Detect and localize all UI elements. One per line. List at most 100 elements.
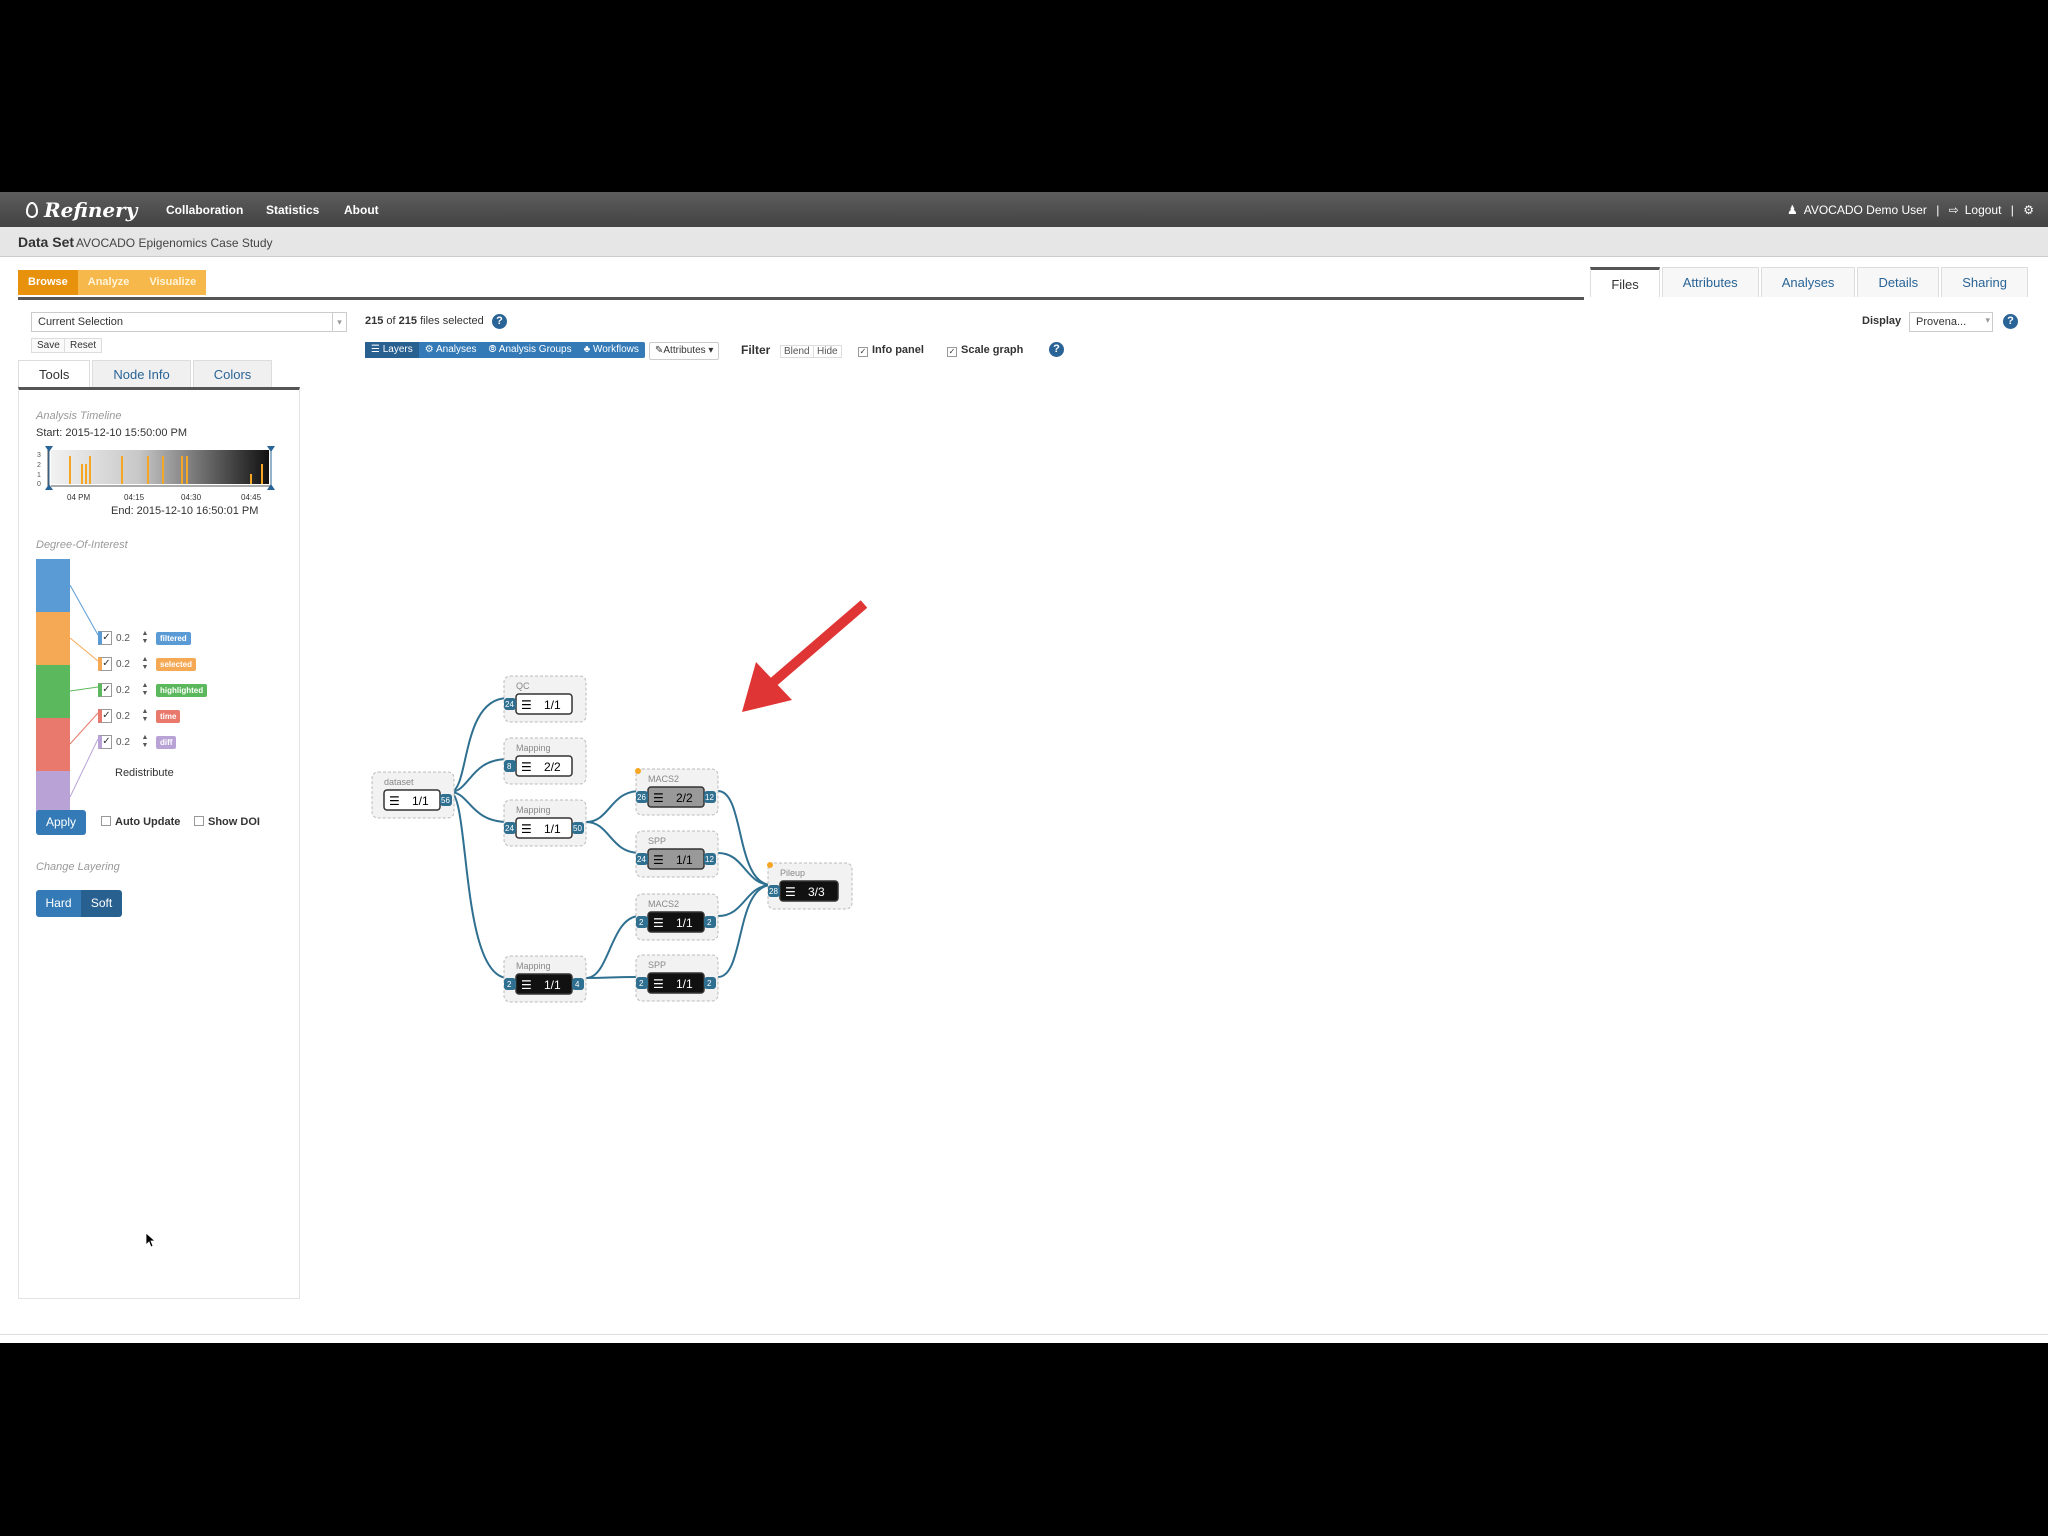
tab-colors[interactable]: Colors [192, 360, 273, 387]
timeline-chart[interactable]: 3 2 1 0 04 PM 04:15 04:30 04:45 [27, 446, 297, 510]
doi-weight[interactable]: 0.2 [116, 737, 140, 748]
display-value: Provena... [1916, 316, 1967, 328]
analyses-button[interactable]: ⚙ Analyses [419, 342, 483, 358]
graph-node-macs2-2[interactable]: MACS2 ☰ 1/1 2 2 [635, 893, 719, 941]
mode-analyze[interactable]: Analyze [77, 270, 140, 295]
tab-tools[interactable]: Tools [18, 360, 91, 387]
provenance-graph[interactable]: dataset ☰ 1/1 56 QC ☰ 1/1 24 Mapping ☰ 2… [360, 572, 880, 1012]
graph-node-mapping-1[interactable]: Mapping ☰ 2/2 8 [503, 737, 587, 785]
graph-node-mapping-3[interactable]: Mapping ☰ 1/1 2 4 [503, 955, 587, 1003]
scale-graph-checkbox[interactable]: ✓ Scale graph [947, 344, 1023, 357]
node-title: MACS2 [648, 774, 679, 784]
graph-edges [449, 697, 773, 979]
graph-node-qc[interactable]: QC ☰ 1/1 24 [503, 675, 587, 723]
brand-logo[interactable]: Refinery [26, 198, 137, 222]
graph-node-mapping-2[interactable]: Mapping ☰ 1/1 24 50 [503, 799, 587, 847]
redistribute-button[interactable]: Redistribute [115, 767, 174, 779]
node-title: SPP [648, 836, 666, 846]
mode-buttons: Browse Analyze Visualize [18, 270, 207, 295]
doi-weight[interactable]: 0.2 [116, 633, 140, 644]
display-select[interactable]: Provena... ▾ [1909, 312, 1993, 332]
blend-button[interactable]: Blend [780, 345, 814, 358]
nav-collaboration[interactable]: Collaboration [166, 203, 243, 217]
nav-about[interactable]: About [344, 203, 379, 217]
user-icon: ♟ [1786, 203, 1798, 217]
stepper-icon[interactable]: ▲ ▼ [140, 630, 150, 646]
graph-node-spp-2[interactable]: SPP ☰ 1/1 2 2 [635, 954, 719, 1002]
app-window: Refinery Collaboration Statistics About … [0, 192, 2048, 1343]
doi-checkbox[interactable]: ✓ [98, 631, 112, 645]
mode-browse[interactable]: Browse [18, 270, 78, 295]
graph-edge [717, 884, 773, 978]
tab-analyses[interactable]: Analyses [1760, 267, 1856, 297]
workflows-button[interactable]: ♣ Workflows [578, 342, 645, 358]
doi-checkbox[interactable]: ✓ [98, 657, 112, 671]
node-title: Pileup [780, 868, 805, 878]
doi-link [69, 584, 99, 636]
info-panel-checkbox[interactable]: ✓ Info panel [858, 344, 924, 357]
node-count: 1/1 [676, 853, 693, 867]
brand-name: Refinery [44, 198, 138, 222]
tab-sharing[interactable]: Sharing [1941, 267, 2028, 297]
graph-node-spp-1[interactable]: SPP ☰ 1/1 24 12 [635, 830, 719, 878]
logout-link[interactable]: Logout [1965, 203, 2002, 217]
stepper-icon[interactable]: ▲ ▼ [140, 734, 150, 750]
selection-select[interactable]: Current Selection ▾ [31, 312, 347, 332]
right-tabs: Files Attributes Analyses Details Sharin… [1588, 267, 2028, 297]
annotation-arrow-icon [742, 600, 868, 712]
stepper-icon[interactable]: ▲ ▼ [140, 656, 150, 672]
doi-bar-highlighted [36, 665, 70, 718]
node-title: QC [516, 681, 530, 691]
node-in-count: 2 [639, 979, 644, 988]
doi-checkbox[interactable]: ✓ [98, 735, 112, 749]
attributes-dropdown[interactable]: ✎Attributes ▾ [649, 342, 720, 360]
tab-attributes[interactable]: Attributes [1661, 267, 1759, 297]
gear-icon[interactable]: ⚙ [2023, 203, 2034, 217]
doi-row-selected: ✓ 0.2 ▲ ▼ selected [98, 653, 197, 675]
tab-details[interactable]: Details [1857, 267, 1940, 297]
footer-divider [0, 1334, 2048, 1335]
nav-statistics[interactable]: Statistics [266, 203, 319, 217]
show-doi-checkbox[interactable]: Show DOI [194, 816, 260, 828]
apply-button[interactable]: Apply [36, 810, 86, 835]
doi-bar-filtered [36, 559, 70, 612]
doi-checkbox[interactable]: ✓ [98, 709, 112, 723]
checkbox-box: ✓ [858, 347, 868, 357]
node-count: 2/2 [676, 791, 693, 805]
auto-update-checkbox[interactable]: Auto Update [101, 816, 180, 828]
stepper-icon[interactable]: ▲ ▼ [140, 708, 150, 724]
layers-button[interactable]: ☰ Layers [365, 342, 419, 358]
doi-weight[interactable]: 0.2 [116, 659, 140, 670]
doi-weight[interactable]: 0.2 [116, 711, 140, 722]
node-count: 3/3 [808, 885, 825, 899]
chevron-down-icon: ▾ [1985, 315, 1990, 325]
soft-layering-button[interactable]: Soft [81, 890, 122, 917]
files-selected-count: 215 of 215 files selected [365, 315, 484, 327]
doi-tag: highlighted [156, 683, 208, 697]
tab-node-info[interactable]: Node Info [92, 360, 191, 387]
files-help-icon[interactable]: ? [492, 314, 507, 329]
analysis-groups-label: Analysis Groups [498, 344, 572, 355]
node-title: dataset [384, 777, 414, 787]
doi-link [69, 686, 99, 692]
hard-layering-button[interactable]: Hard [36, 890, 81, 917]
graph-node-pileup[interactable]: Pileup ☰ 3/3 28 [767, 862, 853, 910]
logout-icon: ⇨ [1948, 203, 1959, 217]
mode-visualize[interactable]: Visualize [139, 270, 207, 295]
user-name[interactable]: AVOCADO Demo User [1804, 203, 1927, 217]
display-help-icon[interactable]: ? [2003, 314, 2018, 329]
reset-button[interactable]: Reset [64, 338, 103, 353]
analysis-groups-button[interactable]: ⦾ Analysis Groups [483, 342, 578, 358]
tab-files[interactable]: Files [1590, 267, 1660, 297]
hamburger-icon: ☰ [785, 885, 796, 899]
graph-node-dataset[interactable]: dataset ☰ 1/1 56 [371, 771, 455, 819]
save-button[interactable]: Save [31, 338, 66, 353]
node-in-count: 24 [637, 855, 646, 864]
node-count: 1/1 [676, 977, 693, 991]
doi-weight[interactable]: 0.2 [116, 685, 140, 696]
stepper-icon[interactable]: ▲ ▼ [140, 682, 150, 698]
graph-node-macs2-1[interactable]: MACS2 ☰ 2/2 26 12 [635, 768, 719, 816]
hide-button[interactable]: Hide [813, 345, 842, 358]
doi-checkbox[interactable]: ✓ [98, 683, 112, 697]
toolbar-help-icon[interactable]: ? [1049, 342, 1064, 357]
